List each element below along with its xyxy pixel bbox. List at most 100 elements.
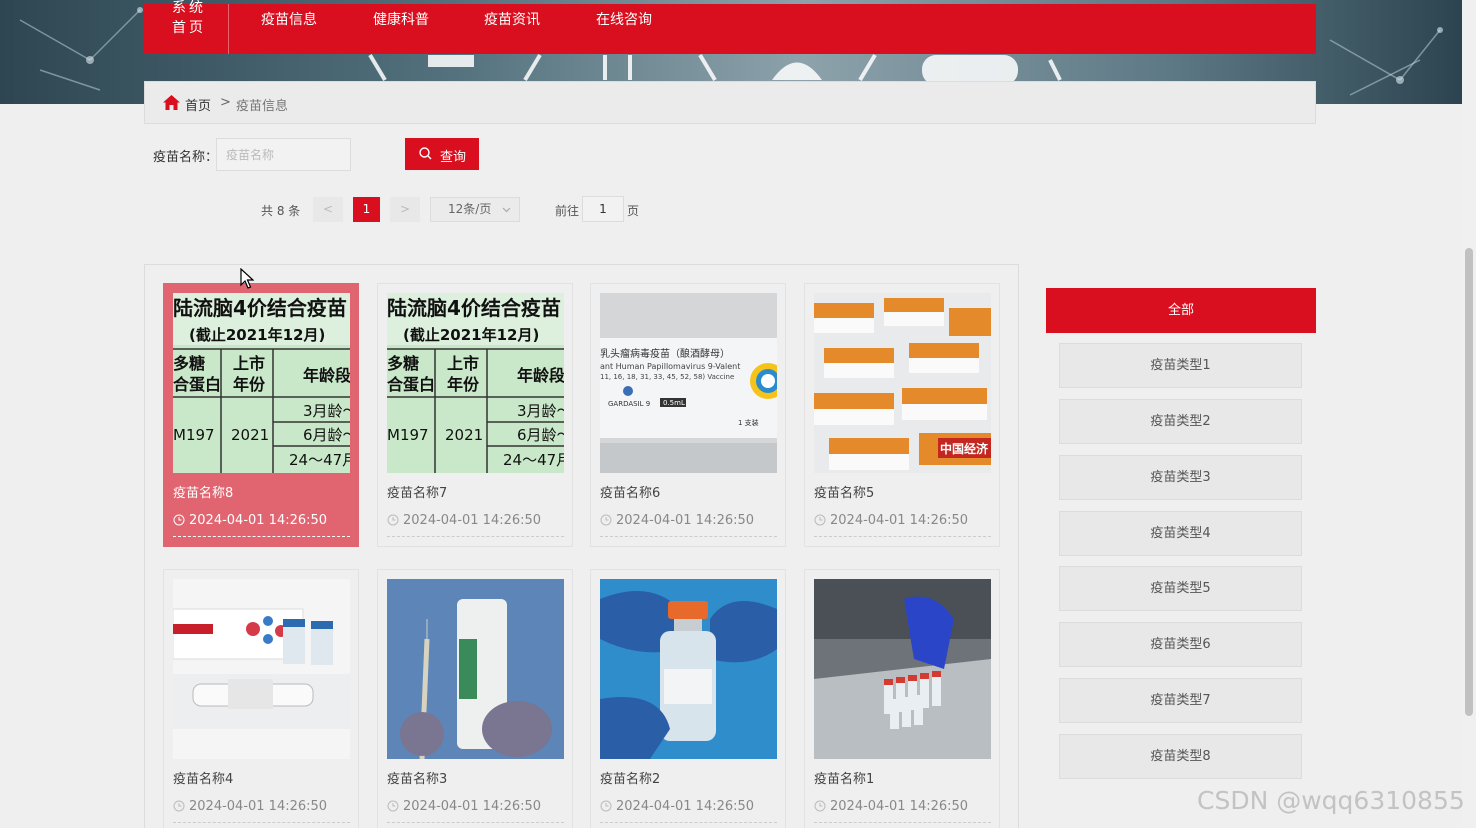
image-text: 6月龄～	[303, 426, 350, 444]
vaccine-card[interactable]: 疫苗名称3 2024-04-01 14:26:50	[377, 569, 573, 828]
pager-prev-button[interactable]: <	[313, 197, 343, 222]
vaccine-name: 疫苗名称1	[814, 772, 875, 787]
chart-table-image: 陆流脑4价结合疫苗 (截止2021年12月) 多糖 合蛋白 上市 年份 年龄段 …	[173, 293, 350, 473]
image-text: M197	[387, 426, 429, 444]
image-text: 2021	[445, 426, 483, 444]
category-item[interactable]: 疫苗类型7	[1059, 678, 1302, 723]
clock-icon	[387, 514, 399, 526]
image-text: (截止2021年12月)	[189, 326, 325, 344]
image-text: 中国经济	[940, 441, 989, 456]
syringe-box-image	[387, 579, 564, 759]
nav-item-online-consult[interactable]: 在线咨询	[596, 11, 652, 29]
vaccine-card[interactable]: 疫苗名称1 2024-04-01 14:26:50	[804, 569, 1000, 828]
image-text: 2021	[231, 426, 269, 444]
vaccine-date: 2024-04-01 14:26:50	[600, 795, 777, 823]
vaccine-date: 2024-04-01 14:26:50	[387, 795, 564, 823]
category-item[interactable]: 疫苗类型1	[1059, 343, 1302, 388]
pager-page-1[interactable]: 1	[353, 197, 380, 222]
brand-home-link[interactable]: 系统首页	[172, 0, 212, 38]
image-text: (截止2021年12月)	[403, 326, 539, 344]
image-text: 1 支装	[738, 418, 759, 427]
nav-divider	[228, 4, 229, 54]
scrollbar-thumb[interactable]	[1465, 248, 1473, 716]
category-all-button[interactable]: 全部	[1046, 288, 1316, 333]
pager-next-button[interactable]: >	[390, 197, 420, 222]
image-text: 上市	[447, 354, 479, 373]
vaccine-stack-image: 中国经济	[814, 293, 991, 473]
nav-item-vaccine-news[interactable]: 疫苗资讯	[484, 11, 540, 29]
vaccine-date: 2024-04-01 14:26:50	[814, 795, 991, 823]
vaccine-card[interactable]: 疫苗名称4 2024-04-01 14:26:50	[163, 569, 359, 828]
vaccine-date-text: 2024-04-01 14:26:50	[830, 513, 969, 528]
pager-goto-label: 前往	[555, 204, 580, 218]
image-text: 年份	[447, 375, 480, 394]
clock-icon	[173, 514, 185, 526]
clock-icon	[600, 514, 612, 526]
mouse-cursor-icon	[240, 268, 254, 289]
vaccine-grid: 陆流脑4价结合疫苗 (截止2021年12月) 多糖 合蛋白 上市 年份 年龄段 …	[144, 264, 1019, 828]
vaccine-name: 疫苗名称8	[173, 486, 234, 501]
clock-icon	[600, 800, 612, 812]
watermark: CSDN @wqq6310855	[1197, 786, 1465, 815]
image-text: 合蛋白	[387, 375, 435, 394]
vaccine-name: 疫苗名称4	[173, 772, 234, 787]
category-item[interactable]: 疫苗类型4	[1059, 511, 1302, 556]
vaccine-date-text: 2024-04-01 14:26:50	[189, 799, 328, 814]
vaccine-date-text: 2024-04-01 14:26:50	[403, 513, 542, 528]
vaccine-card[interactable]: 乳头瘤病毒疫苗（酿酒酵母） ant Human Papillomavirus 9…	[590, 283, 786, 547]
home-icon[interactable]	[163, 95, 180, 110]
vaccine-name: 疫苗名称2	[600, 772, 661, 787]
image-text: 陆流脑4价结合疫苗	[173, 296, 347, 320]
image-text: 年份	[233, 375, 266, 394]
vaccine-date: 2024-04-01 14:26:50	[173, 795, 350, 823]
nav-item-health-science[interactable]: 健康科普	[373, 11, 429, 29]
search-label: 疫苗名称：	[153, 150, 219, 165]
chart-table-image: 陆流脑4价结合疫苗 (截止2021年12月) 多糖 合蛋白 上市 年份 年龄段 …	[387, 293, 564, 473]
vaccine-date-text: 2024-04-01 14:26:50	[616, 799, 755, 814]
vaccine-date-text: 2024-04-01 14:26:50	[616, 513, 755, 528]
breadcrumb-home-link[interactable]: 首页	[185, 95, 211, 114]
vaccine-date: 2024-04-01 14:26:50	[814, 509, 991, 537]
category-item[interactable]: 疫苗类型8	[1059, 734, 1302, 779]
vaccine-card[interactable]: 陆流脑4价结合疫苗 (截止2021年12月) 多糖 合蛋白 上市 年份 年龄段 …	[163, 283, 359, 547]
image-text: 多糖	[173, 354, 205, 373]
category-item[interactable]: 疫苗类型6	[1059, 622, 1302, 667]
page-scrollbar[interactable]	[1462, 0, 1476, 828]
vaccine-name: 疫苗名称5	[814, 486, 875, 501]
image-text: 合蛋白	[173, 375, 221, 394]
image-text: 多糖	[387, 354, 419, 373]
search-icon	[419, 147, 432, 160]
image-text: 乳头瘤病毒疫苗（酿酒酵母）	[600, 347, 730, 360]
search-button[interactable]: 查询	[405, 138, 479, 170]
vial-kit-image	[173, 579, 350, 759]
clock-icon	[814, 514, 826, 526]
vaccine-date: 2024-04-01 14:26:50	[600, 509, 777, 537]
top-nav-bar: 系统首页 疫苗信息 健康科普 疫苗资讯 在线咨询	[144, 0, 1316, 54]
vaccine-date-text: 2024-04-01 14:26:50	[189, 513, 328, 528]
vaccine-name: 疫苗名称6	[600, 486, 661, 501]
category-item[interactable]: 疫苗类型3	[1059, 455, 1302, 500]
breadcrumb: 首页 > 疫苗信息	[144, 81, 1316, 124]
image-text: 24～47月	[289, 451, 350, 469]
pager-size-value: 12条/页	[448, 202, 492, 216]
breadcrumb-current: 疫苗信息	[236, 99, 289, 114]
vaccine-card[interactable]: 陆流脑4价结合疫苗 (截止2021年12月) 多糖 合蛋白 上市 年份 年龄段 …	[377, 283, 573, 547]
pager-size-select[interactable]: 12条/页	[430, 197, 520, 222]
image-text: 6月龄～	[517, 426, 564, 444]
clock-icon	[173, 800, 185, 812]
image-text: ant Human Papillomavirus 9-Valent	[600, 362, 740, 371]
vaccine-date-text: 2024-04-01 14:26:50	[403, 799, 542, 814]
vaccine-box-image: 乳头瘤病毒疫苗（酿酒酵母） ant Human Papillomavirus 9…	[600, 293, 777, 473]
vaccine-card[interactable]: 疫苗名称2 2024-04-01 14:26:50	[590, 569, 786, 828]
clock-icon	[814, 800, 826, 812]
image-text: GARDASIL 9	[608, 400, 650, 408]
vaccine-date: 2024-04-01 14:26:50	[173, 509, 350, 537]
nav-item-vaccine-info[interactable]: 疫苗信息	[261, 11, 317, 29]
search-input[interactable]	[216, 138, 351, 171]
pager-goto-input[interactable]: 1	[582, 196, 624, 222]
category-item[interactable]: 疫苗类型2	[1059, 399, 1302, 444]
vaccine-card[interactable]: 中国经济 疫苗名称5 2024-04-01 14:26:50	[804, 283, 1000, 547]
image-text: 24～47月	[503, 451, 564, 469]
image-text: 3月龄～	[517, 402, 564, 420]
category-item[interactable]: 疫苗类型5	[1059, 566, 1302, 611]
